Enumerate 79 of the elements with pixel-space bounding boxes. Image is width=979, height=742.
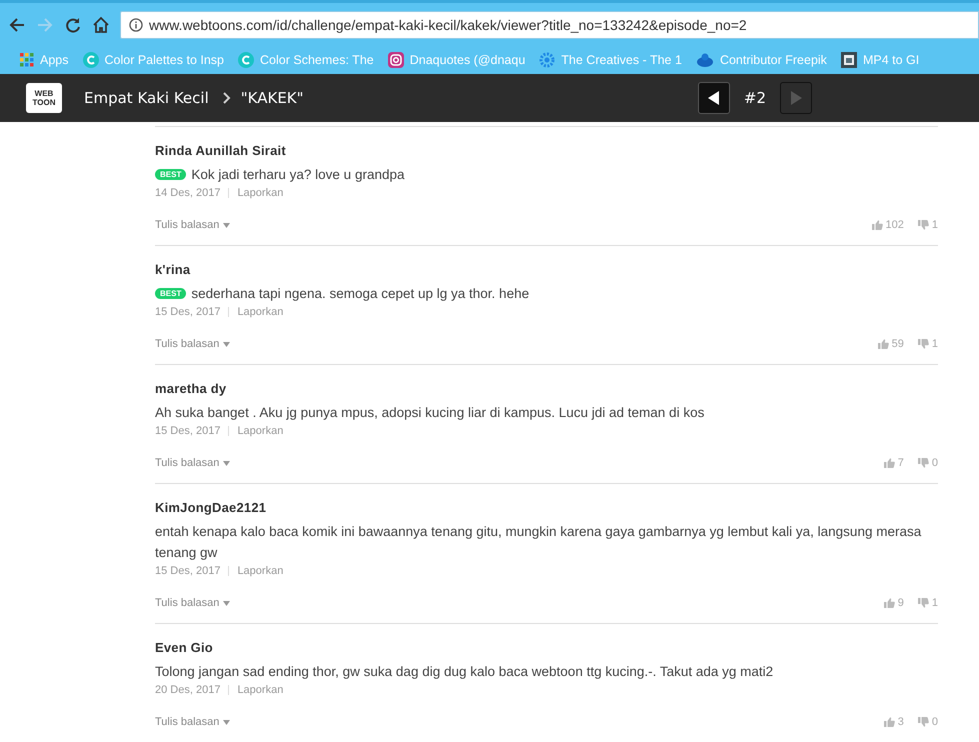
address-bar[interactable]: www.webtoons.com/id/challenge/empat-kaki-kecil/kakek/viewer?title_no=133242&episode_no=2 <box>120 10 979 38</box>
episode-title: "KAKEK" <box>240 89 304 107</box>
bookmark-item[interactable]: MP4 to GI <box>840 52 920 68</box>
bookmark-item[interactable]: Contributor Freepik <box>696 53 827 67</box>
reload-icon[interactable] <box>64 16 82 34</box>
like-count: 7 <box>898 457 904 469</box>
comment-text: Tolong jangan sad ending thor, gw suka dag dig dug kalo baca webtoon ttg kucing.-. Takut ada yg mati2 <box>155 663 774 681</box>
reply-button[interactable]: Tulis balasan <box>155 716 230 728</box>
reply-button[interactable]: Tulis balasan <box>155 597 230 609</box>
episode-number: #2 <box>744 89 766 107</box>
dislike-count: 0 <box>932 716 938 728</box>
thumbs-up-icon[interactable] <box>872 220 883 230</box>
comment-author[interactable]: KimJongDae2121 <box>155 500 938 515</box>
reply-button[interactable]: Tulis balasan <box>155 457 230 469</box>
thumbs-up-icon[interactable] <box>884 598 895 608</box>
bookmark-item[interactable]: Dnaquotes (@dnaqu <box>388 52 526 68</box>
thumbs-down-icon[interactable] <box>918 717 929 727</box>
comment-text: entah kenapa kalo baca komik ini bawaannya tenang gitu, mungkin karena gaya gambarnya yg lembut kali ya, langsung merasa tenang gw <box>155 523 922 562</box>
comment-text: sederhana tapi ngena. semoga cepet up lg ya thor. hehe <box>191 285 530 303</box>
caret-down-icon <box>223 222 230 228</box>
thumbs-up-icon[interactable] <box>884 458 895 468</box>
dislike-count: 1 <box>932 338 938 350</box>
bookmark-item[interactable]: Color Palettes to Insp <box>82 52 224 68</box>
chevron-right-icon <box>222 92 231 104</box>
like-count: 102 <box>886 219 904 231</box>
apps-grid-icon <box>20 53 34 67</box>
reply-button[interactable]: Tulis balasan <box>155 219 230 231</box>
comment-author[interactable]: Rinda Aunillah Sirait <box>155 143 938 158</box>
letter-c-icon <box>82 52 98 68</box>
caret-down-icon <box>223 720 230 724</box>
best-badge: BEST <box>155 169 186 180</box>
triangle-right-icon <box>790 91 802 105</box>
caret-down-icon <box>223 342 230 346</box>
comment-author[interactable]: maretha dy <box>155 381 938 396</box>
report-link[interactable]: Laporkan <box>237 187 284 199</box>
thumbs-down-icon[interactable] <box>918 458 929 468</box>
thumbs-down-icon[interactable] <box>918 220 929 230</box>
film-icon <box>840 52 857 68</box>
back-icon[interactable] <box>8 16 26 34</box>
comment-author[interactable]: k'rina <box>155 262 938 277</box>
gear-icon <box>539 52 556 68</box>
comment-text: Ah suka banget . Aku jg punya mpus, adopsi kucing liar di kampus. Lucu jdi ad teman di kos <box>155 404 704 422</box>
thumbs-down-icon[interactable] <box>918 598 929 608</box>
report-link[interactable]: Laporkan <box>237 684 284 696</box>
comment-text: Kok jadi terharu ya? love u grandpa <box>191 166 404 184</box>
home-icon[interactable] <box>92 16 110 34</box>
report-link[interactable]: Laporkan <box>237 425 284 437</box>
like-count: 3 <box>898 716 904 728</box>
bookmark-item[interactable]: The Creatives - The 1 <box>539 52 682 68</box>
report-link[interactable]: Laporkan <box>237 565 284 577</box>
webtoon-logo[interactable]: WEB TOON <box>26 83 62 113</box>
triangle-left-icon <box>708 91 720 105</box>
previous-episode-button[interactable] <box>698 82 730 114</box>
thumbs-up-icon[interactable] <box>878 339 889 349</box>
caret-down-icon <box>223 460 230 466</box>
comment-author[interactable]: Even Gio <box>155 640 938 655</box>
reply-button[interactable]: Tulis balasan <box>155 338 230 350</box>
report-link[interactable]: Laporkan <box>237 306 284 318</box>
comment-date: 20 Des, 2017 <box>155 684 220 696</box>
bookmark-item[interactable]: Apps <box>20 53 68 67</box>
thumbs-down-icon[interactable] <box>918 339 929 349</box>
like-count: 9 <box>898 597 904 609</box>
comment-date: 15 Des, 2017 <box>155 306 220 318</box>
url-text: www.webtoons.com/id/challenge/empat-kaki-kecil/kakek/viewer?title_no=133242&episode_no=2 <box>149 16 747 32</box>
comment-date: 15 Des, 2017 <box>155 565 220 577</box>
comment-date: 15 Des, 2017 <box>155 425 220 437</box>
like-count: 59 <box>892 338 904 350</box>
dislike-count: 1 <box>932 597 938 609</box>
series-link[interactable]: Empat Kaki Kecil <box>84 89 209 107</box>
dislike-count: 0 <box>932 457 938 469</box>
comment-date: 14 Des, 2017 <box>155 187 220 199</box>
dislike-count: 1 <box>932 219 938 231</box>
info-icon[interactable] <box>129 18 143 32</box>
camera-icon <box>388 52 404 68</box>
best-badge: BEST <box>155 288 186 299</box>
bookmark-item[interactable]: Color Schemes: The <box>238 52 374 68</box>
caret-down-icon <box>223 600 230 606</box>
letter-c-icon <box>238 52 254 68</box>
thumbs-up-icon[interactable] <box>884 717 895 727</box>
